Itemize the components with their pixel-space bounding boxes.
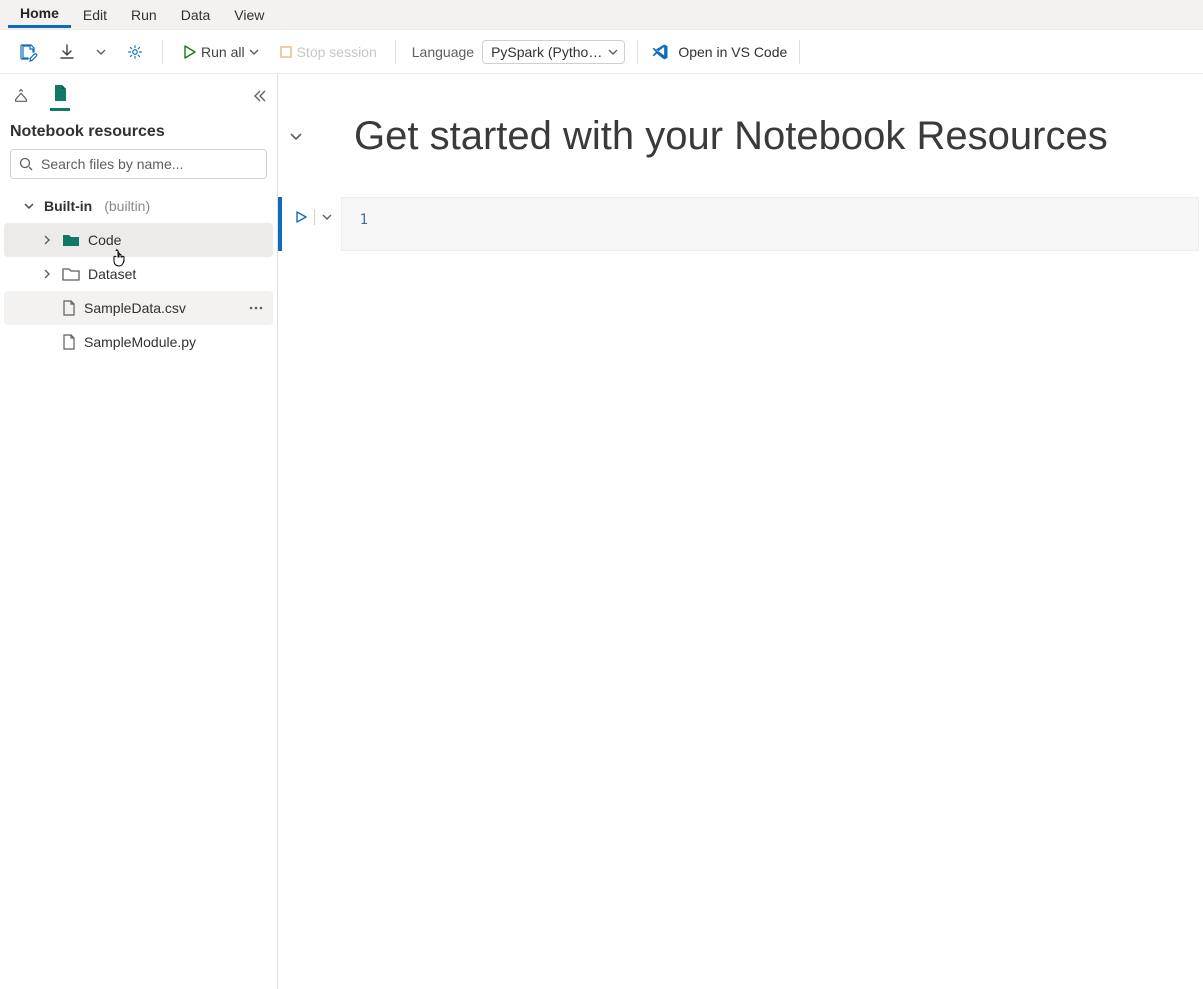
cell-run-button[interactable] (294, 210, 308, 224)
tree-folder-label: Dataset (88, 266, 136, 282)
collapse-sidebar-button[interactable] (253, 89, 267, 103)
data-source-icon (12, 86, 30, 104)
menubar: Home Edit Run Data View (0, 0, 1203, 30)
toolbar-separator (162, 40, 163, 64)
code-editor[interactable] (380, 212, 1198, 236)
file-icon (62, 334, 76, 350)
tree-root-sub: (builtin) (104, 198, 150, 214)
chevron-down-icon (608, 47, 618, 57)
toolbar-separator (637, 40, 638, 64)
chevron-down-icon (321, 211, 333, 223)
tree-file-samplemodule[interactable]: SampleModule.py (4, 325, 273, 359)
download-icon (58, 43, 76, 61)
search-box[interactable] (10, 149, 267, 179)
run-all-label: Run all (201, 44, 245, 60)
language-label: Language (412, 44, 474, 60)
cell-collapse-toggle[interactable] (278, 114, 310, 144)
menu-tab-run[interactable]: Run (119, 3, 169, 27)
code-cell[interactable]: 1 (341, 197, 1199, 251)
gear-icon (126, 43, 144, 61)
toolbar: Run all Stop session Language PySpark (P… (0, 30, 1203, 74)
search-icon (19, 157, 33, 171)
sidebar-tabs (0, 74, 277, 111)
sidebar-title: Notebook resources (0, 111, 277, 149)
toolbar-separator (799, 40, 800, 64)
tree-file-more-button[interactable] (245, 306, 267, 310)
stop-session-button[interactable]: Stop session (273, 40, 383, 64)
save-edit-icon (18, 42, 38, 62)
main-split: Notebook resources Built-in (builtin) (0, 74, 1203, 989)
save-edit-button[interactable] (12, 38, 44, 66)
sidebar-tab-resources[interactable] (50, 80, 70, 111)
tree-folder-dataset[interactable]: Dataset (4, 257, 273, 291)
sidebar-tab-lakehouse[interactable] (10, 82, 32, 110)
tree-root-label: Built-in (44, 198, 92, 214)
line-number: 1 (342, 212, 380, 236)
notebook-content: Get started with your Notebook Resources… (278, 74, 1203, 989)
page-title: Get started with your Notebook Resources (322, 114, 1108, 159)
play-icon (294, 210, 308, 224)
open-in-vscode-button[interactable]: Open in VS Code (650, 42, 787, 62)
language-value: PySpark (Pytho… (491, 44, 602, 60)
folder-outline-icon (62, 267, 80, 281)
tree-file-sampledata[interactable]: SampleData.csv (4, 291, 273, 325)
folder-icon (62, 233, 80, 247)
vscode-icon (650, 42, 670, 62)
more-icon (249, 306, 263, 310)
run-all-button[interactable]: Run all (175, 40, 265, 64)
chevron-right-icon (40, 234, 54, 246)
menu-tab-home[interactable]: Home (8, 1, 71, 28)
menu-tab-view[interactable]: View (222, 3, 276, 27)
file-icon (62, 300, 76, 316)
chevron-double-left-icon (253, 89, 267, 103)
code-cell-row: 1 (278, 197, 1203, 251)
open-in-vscode-label: Open in VS Code (678, 44, 787, 60)
tree-folder-code[interactable]: Code (4, 223, 273, 257)
cell-run-dropdown[interactable] (321, 211, 333, 223)
resource-tree: Built-in (builtin) Code Dataset (0, 187, 277, 361)
language-dropdown[interactable]: PySpark (Pytho… (482, 40, 625, 64)
tree-file-label: SampleData.csv (84, 300, 186, 316)
tree-folder-label: Code (88, 232, 121, 248)
sidebar: Notebook resources Built-in (builtin) (0, 74, 278, 989)
menu-tab-data[interactable]: Data (169, 3, 223, 27)
chevron-down-icon (249, 47, 259, 57)
toolbar-separator (395, 40, 396, 64)
search-input[interactable] (39, 155, 258, 173)
cell-run-separator (314, 209, 315, 225)
chevron-right-icon (40, 268, 54, 280)
tree-root-builtin[interactable]: Built-in (builtin) (4, 189, 273, 223)
chevron-down-icon (288, 128, 304, 144)
download-dropdown[interactable] (90, 43, 112, 61)
file-icon (52, 84, 68, 102)
chevron-down-icon (96, 47, 106, 57)
download-button[interactable] (52, 39, 82, 65)
play-icon (181, 44, 197, 60)
stop-session-label: Stop session (297, 44, 377, 60)
chevron-down-icon (22, 200, 36, 212)
settings-button[interactable] (120, 39, 150, 65)
stop-icon (279, 45, 293, 59)
menu-tab-edit[interactable]: Edit (71, 3, 119, 27)
tree-file-label: SampleModule.py (84, 334, 196, 350)
